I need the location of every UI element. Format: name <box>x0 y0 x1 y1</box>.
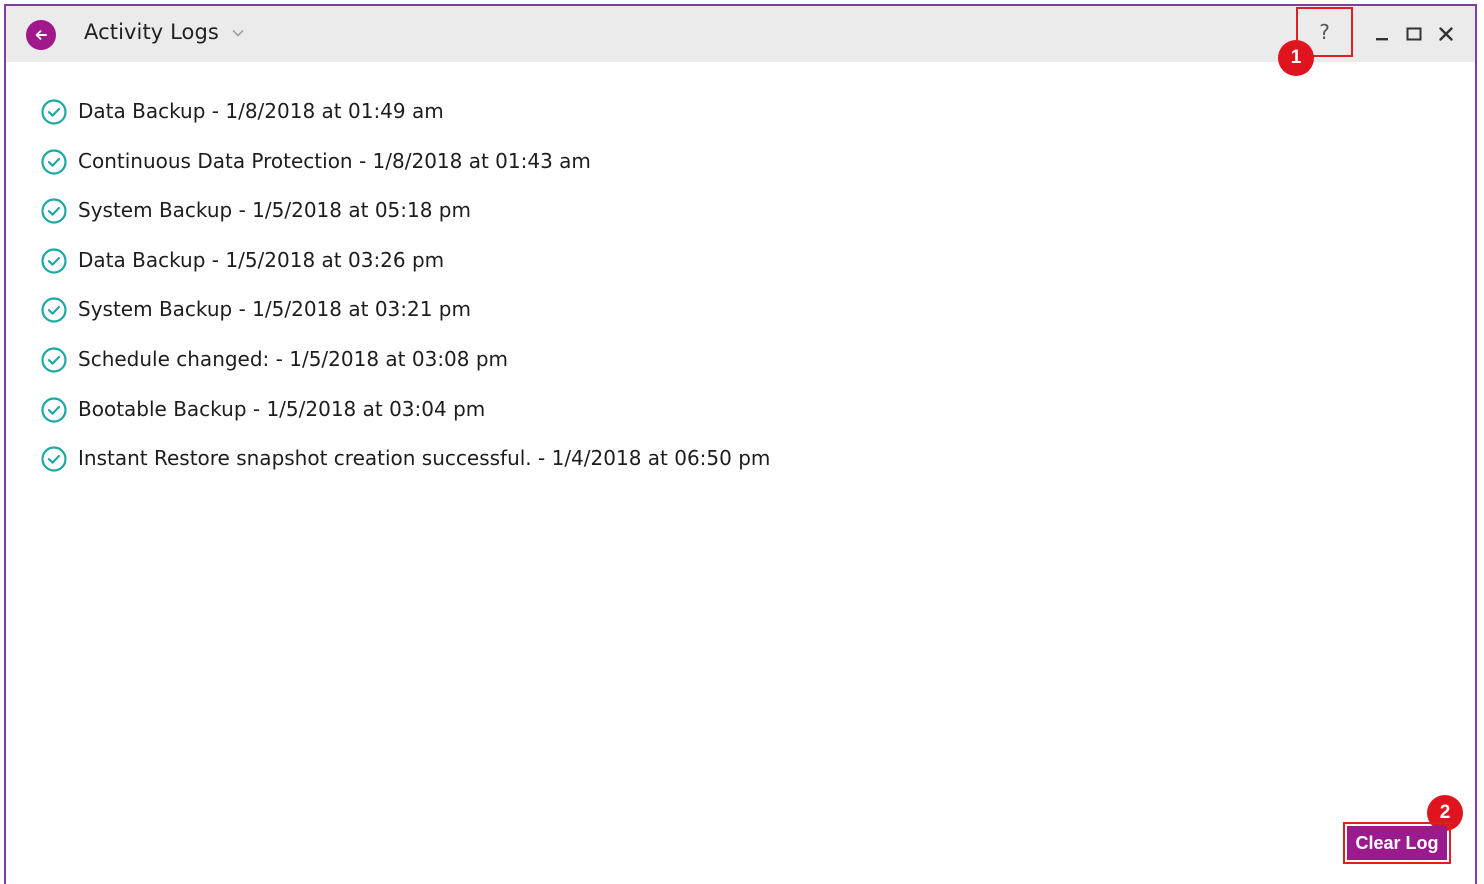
log-entry-text: System Backup - 1/5/2018 at 05:18 pm <box>78 198 471 223</box>
log-item: Schedule changed: - 1/5/2018 at 03:08 pm <box>40 342 770 392</box>
log-item: Data Backup - 1/5/2018 at 03:26 pm <box>40 243 770 293</box>
activity-logs-window: Activity Logs ? 1 Data Backup - 1/8/2018… <box>4 4 1477 884</box>
log-entry-text: System Backup - 1/5/2018 at 03:21 pm <box>78 297 471 322</box>
check-circle-icon <box>41 396 67 423</box>
clear-log-highlight: Clear Log <box>1343 822 1451 864</box>
annotation-badge-1: 1 <box>1278 40 1314 76</box>
back-button[interactable] <box>26 20 56 50</box>
close-icon <box>1439 27 1453 41</box>
clear-log-button[interactable]: Clear Log <box>1347 826 1447 860</box>
page-title: Activity Logs <box>84 20 219 44</box>
maximize-button[interactable] <box>1402 22 1426 46</box>
check-circle-icon <box>41 248 67 274</box>
check-circle-icon <box>41 148 67 175</box>
check-circle-icon <box>41 297 67 323</box>
log-entry-text: Data Backup - 1/8/2018 at 01:49 am <box>78 99 444 123</box>
log-item: Bootable Backup - 1/5/2018 at 03:04 pm <box>40 392 770 442</box>
log-item: Data Backup - 1/8/2018 at 01:49 am <box>40 94 770 144</box>
log-item: Instant Restore snapshot creation succes… <box>40 441 770 491</box>
log-entry-text: Schedule changed: - 1/5/2018 at 03:08 pm <box>78 346 509 371</box>
chevron-down-icon <box>231 28 245 38</box>
log-item: Continuous Data Protection - 1/8/2018 at… <box>40 144 770 194</box>
check-circle-icon <box>41 446 67 472</box>
log-entry-text: Data Backup - 1/5/2018 at 03:26 pm <box>78 247 445 272</box>
maximize-icon <box>1406 27 1422 41</box>
check-circle-icon <box>41 99 67 125</box>
log-entry-text: Bootable Backup - 1/5/2018 at 03:04 pm <box>78 396 486 421</box>
minimize-icon <box>1376 38 1388 41</box>
arrow-left-icon <box>35 30 47 40</box>
close-button[interactable] <box>1434 22 1458 46</box>
activity-log-list: Data Backup - 1/8/2018 at 01:49 am Conti… <box>40 94 770 491</box>
title-bar: Activity Logs ? 1 <box>6 6 1475 76</box>
log-item: System Backup - 1/5/2018 at 05:18 pm <box>40 193 770 243</box>
log-entry-text: Instant Restore snapshot creation succes… <box>78 446 771 471</box>
minimize-button[interactable] <box>1370 22 1394 46</box>
check-circle-icon <box>41 198 67 224</box>
log-entry-text: Continuous Data Protection - 1/8/2018 at… <box>78 148 591 173</box>
title-dropdown[interactable]: Activity Logs <box>84 20 245 44</box>
log-item: System Backup - 1/5/2018 at 03:21 pm <box>40 292 770 342</box>
check-circle-icon <box>41 347 67 373</box>
